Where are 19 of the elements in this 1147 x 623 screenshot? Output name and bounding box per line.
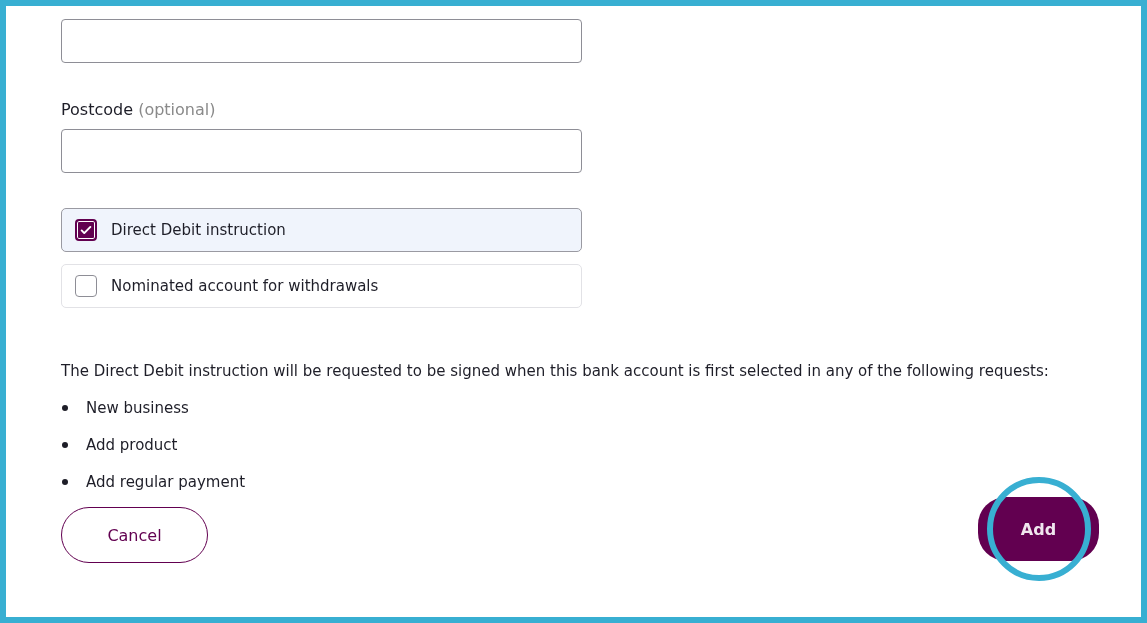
check-icon [79,223,93,237]
option-label: Nominated account for withdrawals [111,277,379,295]
input-field[interactable] [61,129,582,173]
add-button[interactable]: Add [978,497,1099,561]
field-label: Postcode (optional) [61,99,217,121]
input-field[interactable] [61,19,582,63]
notice-text: The Direct Debit instruction will be requested to be signed when this bank account is first selected in any of the following requests: [61,361,1050,382]
bullet-icon [62,479,68,485]
checkbox[interactable] [75,219,97,241]
bullet-icon [62,442,68,448]
list-item: Add regular payment [86,473,246,491]
checkbox[interactable] [75,275,97,297]
list-item: New business [86,399,189,417]
checkbox-option[interactable]: Nominated account for withdrawals [61,264,582,308]
bullet-icon [62,405,68,411]
cancel-button[interactable]: Cancel [61,507,208,563]
option-label: Direct Debit instruction [111,221,286,239]
list-item: Add product [86,436,178,454]
checkbox-option[interactable]: Direct Debit instruction [61,208,582,252]
